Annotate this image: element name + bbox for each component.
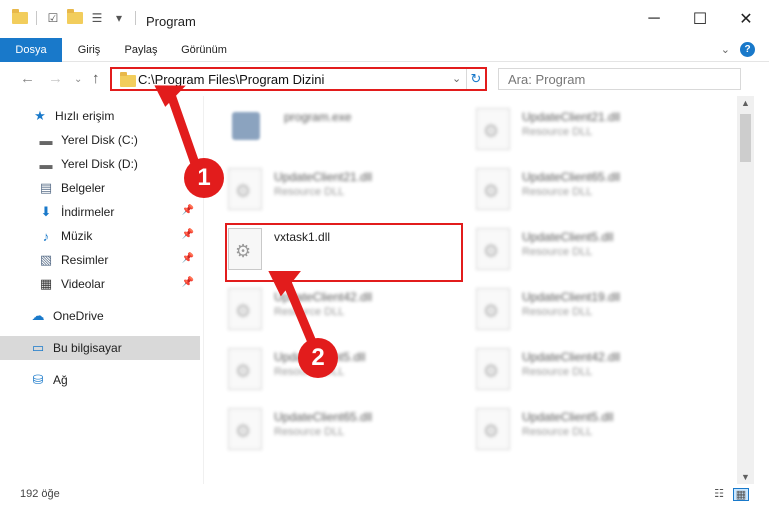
arrow-2-shaft (281, 275, 317, 347)
annotation-arrows (154, 85, 317, 347)
step-2-callout: 2 (298, 338, 338, 378)
step-1-callout: 1 (184, 158, 224, 198)
